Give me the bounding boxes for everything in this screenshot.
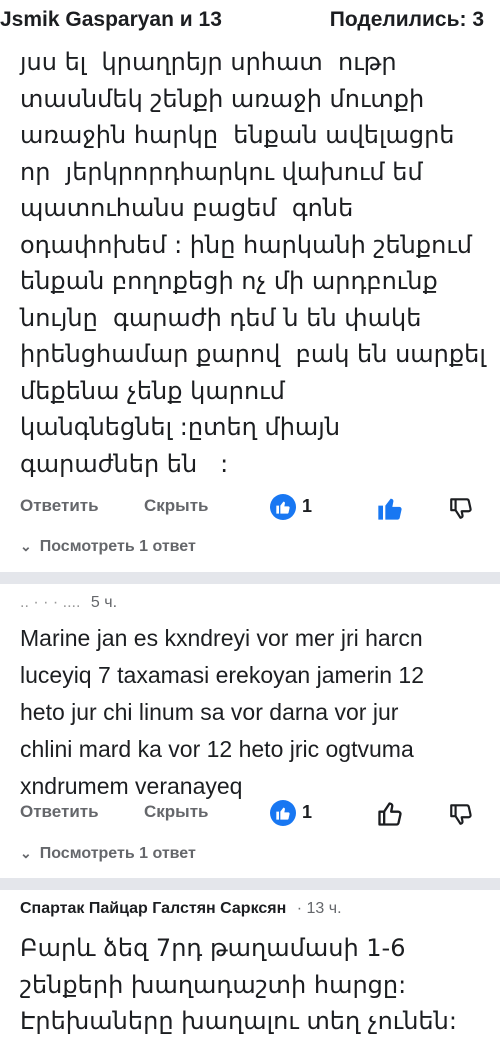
comment-author-row: Спартак Пайцар Галстян Сарксян · 13 ч. [20, 900, 342, 918]
like-icon[interactable] [376, 494, 404, 527]
comment-text: Բարև ձեզ 7րդ թաղամասի 1-6 շենքերի խաղադա… [20, 934, 457, 1035]
comment-author-name[interactable]: .. · · · .... [20, 594, 80, 611]
dislike-icon[interactable] [448, 801, 474, 832]
view-replies-link[interactable]: ⌄ Посмотреть 1 ответ [20, 845, 196, 863]
view-replies-label: Посмотреть 1 ответ [39, 845, 196, 862]
comment-time[interactable]: 5 ч. [91, 594, 117, 611]
like-reaction-icon [270, 800, 296, 826]
comment-divider [0, 572, 500, 584]
like-reaction-icon [270, 494, 296, 520]
dislike-icon[interactable] [448, 495, 474, 526]
comment-author-row: .. · · · .... 5 ч. [20, 594, 117, 612]
chevron-down-icon: ⌄ [20, 538, 32, 554]
view-replies-label: Посмотреть 1 ответ [39, 538, 196, 555]
comment-author-name[interactable]: Спартак Пайцар Галстян Сарксян [20, 900, 286, 917]
chevron-down-icon: ⌄ [20, 845, 32, 861]
comment-time[interactable]: · 13 ч. [297, 900, 342, 917]
comment-text: յսս ել կրաղրեյր սրհատ ութր տասնմեկ շենքի… [20, 48, 486, 478]
reply-button[interactable]: Ответить [20, 496, 99, 516]
hide-button[interactable]: Скрыть [144, 802, 208, 822]
like-count: 1 [302, 496, 313, 516]
view-replies-link[interactable]: ⌄ Посмотреть 1 ответ [20, 538, 196, 556]
comment-actions: Ответить Скрыть 1 [20, 796, 490, 832]
like-count: 1 [302, 802, 313, 822]
reply-button[interactable]: Ответить [20, 802, 99, 822]
shares-count[interactable]: Поделились: 3 [330, 8, 484, 32]
post-header: Jsmik Gasparyan и 13 Поделились: 3 [0, 0, 500, 46]
comment-text: Marine jan es kxndreyi vor mer jri harcn… [20, 625, 424, 799]
hide-button[interactable]: Скрыть [144, 496, 208, 516]
comment-divider [0, 878, 500, 890]
like-icon[interactable] [376, 800, 404, 833]
comment-actions: Ответить Скрыть 1 [20, 490, 490, 526]
post-author-group[interactable]: Jsmik Gasparyan и 13 [0, 8, 222, 32]
